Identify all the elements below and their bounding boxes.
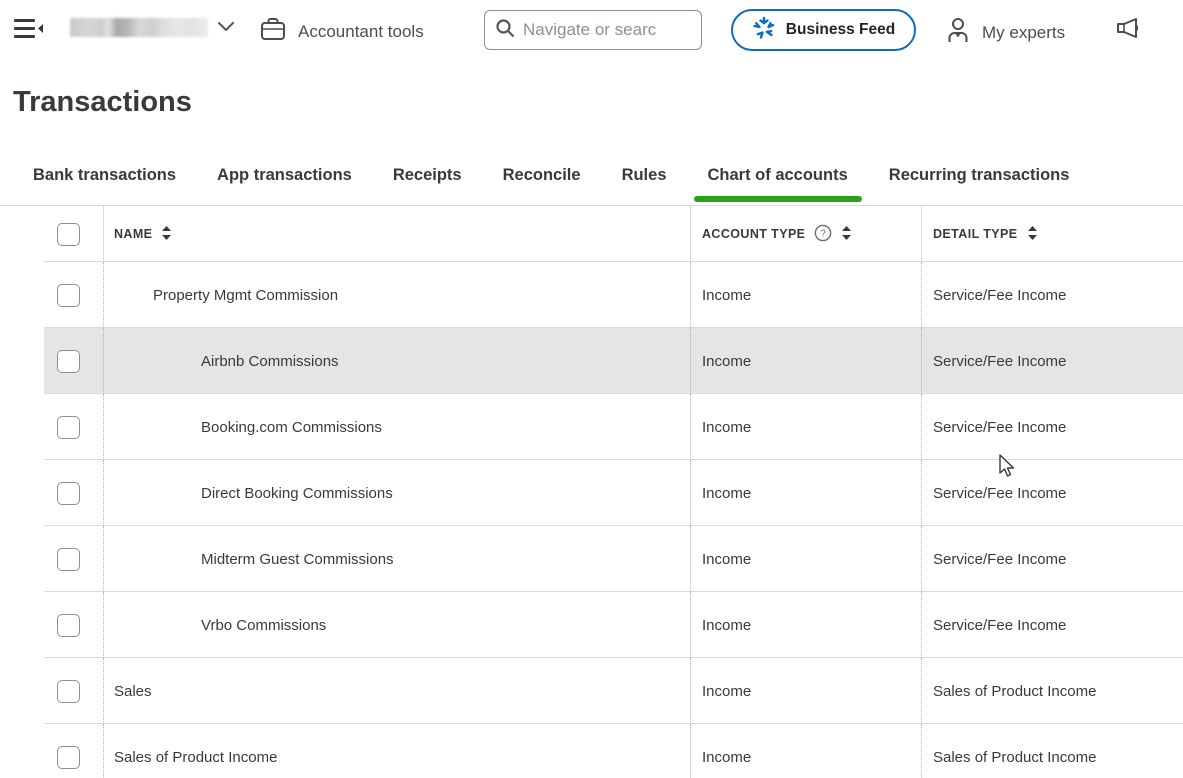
search-input[interactable]: [523, 20, 691, 40]
business-feed-button[interactable]: Business Feed: [731, 9, 916, 51]
table-header-row: NAME ACCOUNT TYPE ?: [44, 206, 1183, 262]
transactions-tab-bar: Bank transactions App transactions Recei…: [33, 166, 1069, 185]
chevron-down-icon: [208, 19, 234, 37]
spark-icon: [752, 16, 776, 45]
header-account-type: ACCOUNT TYPE ?: [690, 206, 921, 262]
name-sort-button[interactable]: [161, 225, 172, 244]
account-row[interactable]: Property Mgmt Commission Income Service/…: [44, 262, 1183, 328]
row-checkbox[interactable]: [57, 548, 80, 571]
detail-type-value: Sales of Product Income: [921, 724, 1183, 778]
account-name: Midterm Guest Commissions: [201, 551, 394, 568]
detail-type-sort-button[interactable]: [1027, 225, 1038, 244]
detail-type-value: Sales of Product Income: [921, 658, 1183, 724]
account-name: Booking.com Commissions: [201, 419, 382, 436]
company-switcher[interactable]: [70, 18, 234, 37]
account-name: Vrbo Commissions: [201, 617, 326, 634]
account-type-value: Income: [690, 724, 921, 778]
account-name: Airbnb Commissions: [201, 353, 339, 370]
account-type-value: Income: [690, 526, 921, 592]
hamburger-icon: [14, 30, 44, 45]
row-checkbox[interactable]: [57, 746, 80, 769]
account-row[interactable]: Airbnb Commissions Income Service/Fee In…: [44, 328, 1183, 394]
accountant-tools-label: Accountant tools: [298, 22, 424, 42]
tab-recurring-transactions[interactable]: Recurring transactions: [889, 166, 1070, 185]
my-experts-label: My experts: [982, 23, 1065, 43]
accountant-tools-button[interactable]: Accountant tools: [260, 16, 424, 47]
search-icon: [495, 18, 515, 43]
briefcase-icon: [260, 16, 286, 47]
row-checkbox[interactable]: [57, 416, 80, 439]
account-name: Sales: [114, 683, 152, 700]
announcements-button[interactable]: [1114, 16, 1142, 45]
sort-icon: [841, 225, 852, 244]
account-row[interactable]: Direct Booking Commissions Income Servic…: [44, 460, 1183, 526]
account-type-value: Income: [690, 262, 921, 328]
detail-type-value: Service/Fee Income: [921, 592, 1183, 658]
quickbooks-app: Accountant tools Busines: [0, 0, 1183, 778]
row-checkbox[interactable]: [57, 350, 80, 373]
account-type-sort-button[interactable]: [841, 225, 852, 244]
sort-icon: [161, 225, 172, 244]
tab-chart-of-accounts[interactable]: Chart of accounts: [708, 166, 848, 185]
person-icon: [946, 17, 970, 48]
header-checkbox-cell: [44, 206, 103, 262]
table-body: Property Mgmt Commission Income Service/…: [44, 262, 1183, 778]
account-type-value: Income: [690, 328, 921, 394]
detail-type-value: Service/Fee Income: [921, 394, 1183, 460]
detail-type-value: Service/Fee Income: [921, 328, 1183, 394]
account-type-column-label: ACCOUNT TYPE: [702, 227, 805, 241]
row-checkbox[interactable]: [57, 482, 80, 505]
detail-type-value: Service/Fee Income: [921, 526, 1183, 592]
business-feed-label: Business Feed: [786, 21, 895, 39]
my-experts-button[interactable]: My experts: [946, 17, 1065, 48]
tab-rules[interactable]: Rules: [622, 166, 667, 185]
account-row[interactable]: Vrbo Commissions Income Service/Fee Inco…: [44, 592, 1183, 658]
account-row[interactable]: Booking.com Commissions Income Service/F…: [44, 394, 1183, 460]
account-row[interactable]: Sales Income Sales of Product Income: [44, 658, 1183, 724]
account-name: Sales of Product Income: [114, 749, 277, 766]
header-detail-type: DETAIL TYPE: [921, 206, 1183, 262]
row-checkbox[interactable]: [57, 614, 80, 637]
help-icon: ?: [814, 224, 832, 245]
name-column-label: NAME: [114, 227, 152, 241]
account-type-value: Income: [690, 394, 921, 460]
chart-of-accounts-table: NAME ACCOUNT TYPE ?: [44, 206, 1183, 778]
account-type-value: Income: [690, 658, 921, 724]
header-name: NAME: [103, 206, 690, 262]
account-type-help-button[interactable]: ?: [814, 224, 832, 245]
tab-app-transactions[interactable]: App transactions: [217, 166, 352, 185]
account-row[interactable]: Midterm Guest Commissions Income Service…: [44, 526, 1183, 592]
row-checkbox[interactable]: [57, 284, 80, 307]
detail-type-column-label: DETAIL TYPE: [933, 227, 1018, 241]
tab-reconcile[interactable]: Reconcile: [503, 166, 581, 185]
select-all-checkbox[interactable]: [57, 223, 80, 246]
global-search: [484, 10, 702, 50]
row-checkbox[interactable]: [57, 680, 80, 703]
tab-receipts[interactable]: Receipts: [393, 166, 462, 185]
detail-type-value: Service/Fee Income: [921, 460, 1183, 526]
hamburger-menu-button[interactable]: [12, 16, 46, 44]
account-type-value: Income: [690, 460, 921, 526]
tab-bank-transactions[interactable]: Bank transactions: [33, 166, 176, 185]
account-name: Property Mgmt Commission: [153, 287, 338, 304]
company-name-redacted: [70, 18, 208, 37]
detail-type-value: Service/Fee Income: [921, 262, 1183, 328]
account-name: Direct Booking Commissions: [201, 485, 393, 502]
top-navigation-bar: Accountant tools Busines: [0, 0, 1183, 60]
megaphone-icon: [1114, 30, 1142, 45]
svg-text:?: ?: [821, 228, 827, 239]
account-type-value: Income: [690, 592, 921, 658]
account-row[interactable]: Sales of Product Income Income Sales of …: [44, 724, 1183, 778]
page-title: Transactions: [13, 86, 192, 119]
sort-icon: [1027, 225, 1038, 244]
